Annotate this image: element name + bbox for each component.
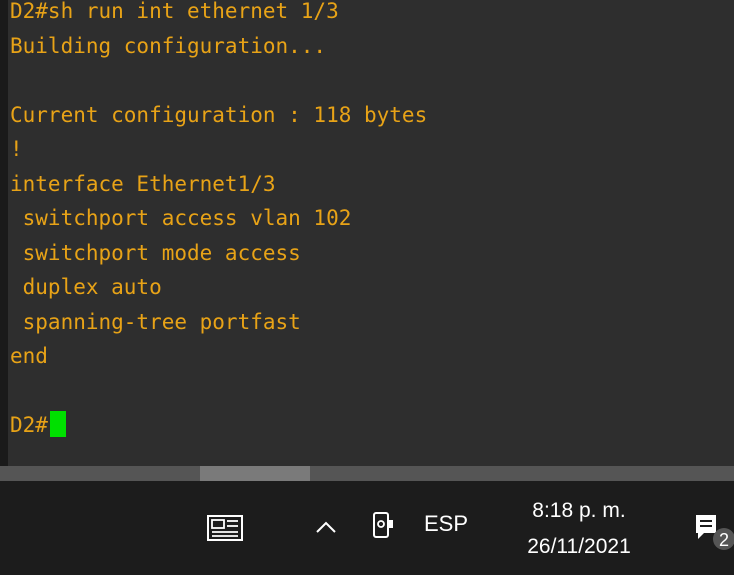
chevron-up-icon[interactable] [314,515,338,539]
notification-count: 2 [719,530,729,550]
horizontal-scrollbar[interactable] [0,466,734,481]
terminal-line: spanning-tree portfast [10,309,301,334]
system-clock[interactable]: 8:18 p. m. 26/11/2021 [506,493,652,565]
clock-date: 26/11/2021 [527,535,631,558]
terminal-line: Building configuration... [10,33,327,58]
terminal-line: switchport mode access [10,240,301,265]
scrollbar-thumb[interactable] [200,466,310,481]
notification-icon[interactable]: 2 [690,509,734,553]
terminal-line: duplex auto [10,275,162,299]
terminal-output: D2#sh run int ethernet 1/3 Building conf… [10,0,427,443]
terminal-line: end [10,344,48,368]
terminal-line: D2#sh run int ethernet 1/3 [10,0,339,23]
terminal-prompt: D2# [10,413,48,437]
news-icon[interactable] [207,515,243,541]
taskbar: ESP 8:18 p. m. 26/11/2021 2 [0,481,734,575]
terminal-line: switchport access vlan 102 [10,206,352,230]
camera-icon[interactable] [371,509,395,541]
terminal-window[interactable]: D2#sh run int ethernet 1/3 Building conf… [0,0,734,471]
language-indicator[interactable]: ESP [424,511,468,537]
terminal-line: interface Ethernet1/3 [10,171,276,196]
terminal-cursor [49,411,66,437]
terminal-prompt-line[interactable]: D2# [10,408,427,443]
terminal-line: Current configuration : 118 bytes [10,102,428,127]
clock-time: 8:18 p. m. [532,499,626,522]
terminal-line: ! [10,137,23,161]
